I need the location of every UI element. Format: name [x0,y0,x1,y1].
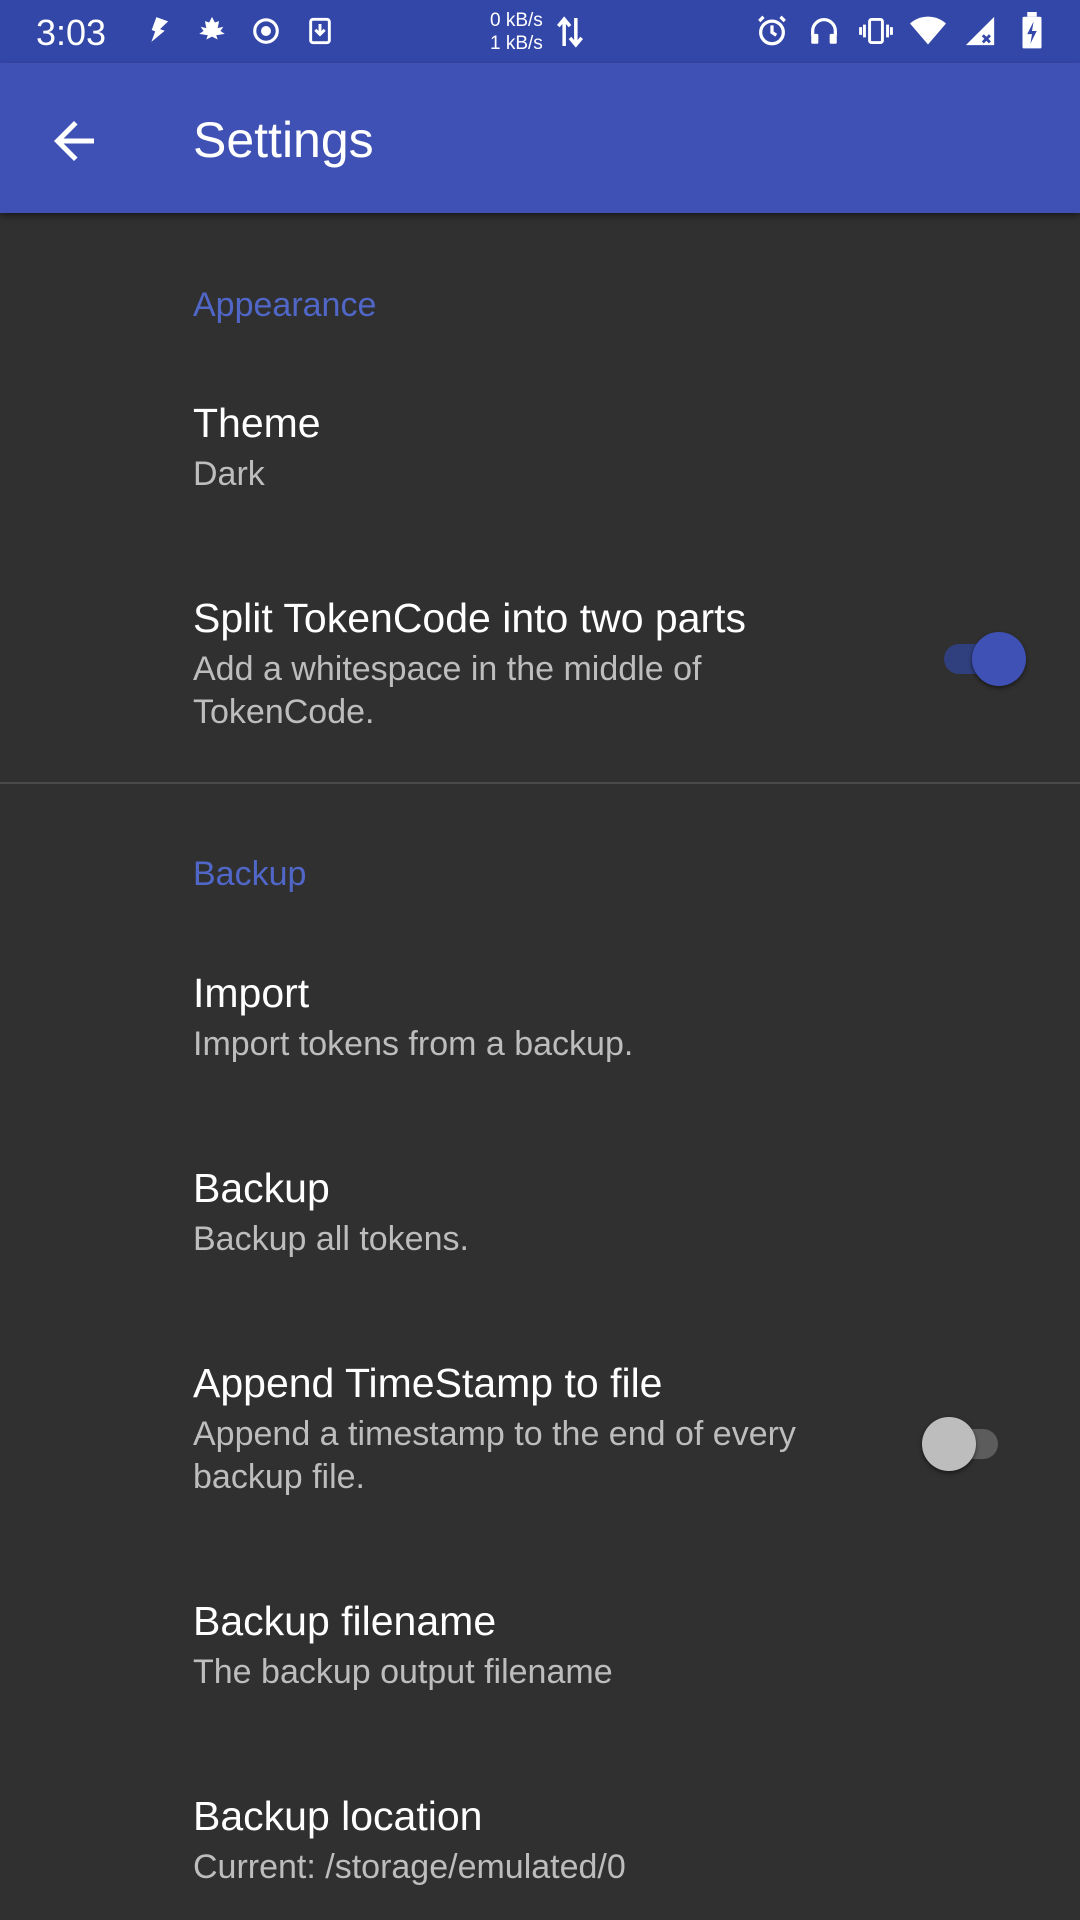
net-down-text: 1 kB/s [490,33,543,54]
status-right-icons [754,12,1050,50]
status-time: 3:03 [36,12,107,53]
status-bar: 3:03 0 kB/s 1 kB/s [0,0,1080,63]
pref-filename-summary: The backup output filename [193,1653,613,1691]
pref-backup-filename[interactable]: Backup filename The backup output filena… [0,1581,1080,1731]
pref-split-title: Split TokenCode into two parts [193,595,747,641]
wifi-icon [910,12,946,50]
data-transfer-icon [556,12,584,57]
flash-icon [140,12,176,50]
download-icon [302,12,338,50]
pref-timestamp-title: Append TimeStamp to file [193,1360,663,1406]
pref-backup-location[interactable]: Backup location Current: /storage/emulat… [0,1776,1080,1920]
vibrate-icon [858,12,894,50]
append-timestamp-switch[interactable] [922,1413,1012,1473]
maple-leaf-icon [194,12,230,50]
network-speed: 0 kB/s 1 kB/s [490,9,543,55]
section-header-appearance: Appearance [193,286,377,324]
pref-backup-summary: Backup all tokens. [193,1220,469,1258]
section-divider [0,782,1080,784]
signal-icon [962,12,998,50]
pref-backup[interactable]: Backup Backup all tokens. [0,1148,1080,1298]
pref-theme-summary: Dark [193,455,265,493]
headset-icon [806,12,842,50]
split-tokencode-switch[interactable] [938,628,1028,688]
pref-import-title: Import [193,970,310,1016]
pref-timestamp-summary: Append a timestamp to the end of every b… [193,1415,796,1496]
pref-location-summary: Current: /storage/emulated/0 [193,1848,626,1886]
switch-thumb [922,1417,976,1471]
net-up-text: 0 kB/s [490,10,543,31]
pref-split-tokencode[interactable]: Split TokenCode into two parts Add a whi… [0,578,1080,758]
page-title: Settings [193,112,374,168]
back-button[interactable] [44,111,104,171]
switch-thumb [972,632,1026,686]
pref-import[interactable]: Import Import tokens from a backup. [0,953,1080,1103]
pref-backup-title: Backup [193,1165,330,1211]
pref-location-title: Backup location [193,1793,483,1839]
pref-append-timestamp[interactable]: Append TimeStamp to file Append a timest… [0,1343,1080,1523]
pref-theme[interactable]: Theme Dark [0,383,1080,533]
pref-import-summary: Import tokens from a backup. [193,1025,634,1063]
arrow-back-icon [54,121,94,161]
section-header-backup: Backup [193,855,307,893]
pref-split-summary: Add a whitespace in the middle of TokenC… [193,650,702,731]
app-bar: Settings [0,63,1080,213]
pref-theme-title: Theme [193,400,321,446]
status-left-icons [140,12,338,50]
battery-charging-icon [1014,12,1050,50]
pref-filename-title: Backup filename [193,1598,497,1644]
record-icon [248,12,284,50]
alarm-icon [754,12,790,50]
